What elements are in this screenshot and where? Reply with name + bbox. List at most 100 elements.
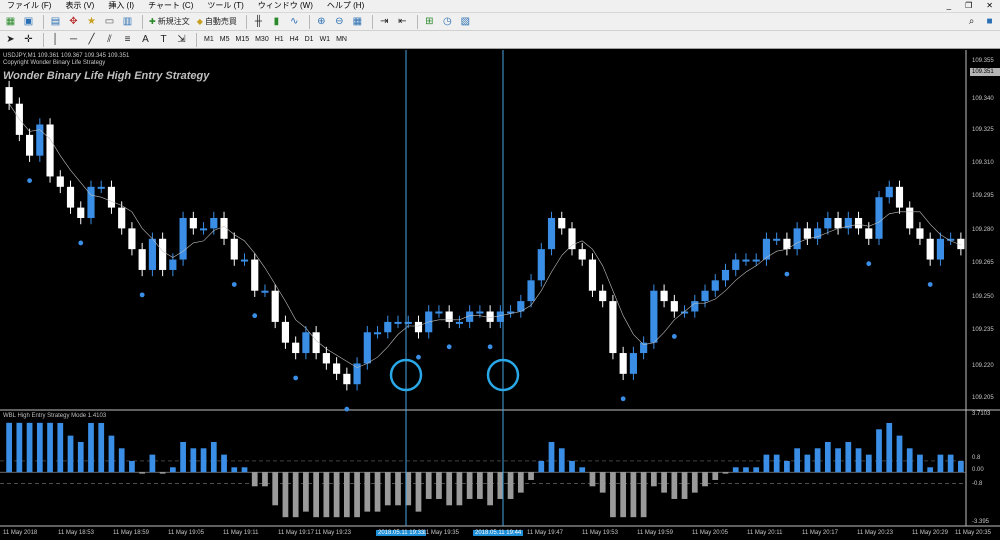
bullish-candle: [742, 259, 750, 262]
signal-dot: [446, 344, 452, 350]
data-window-icon[interactable]: ✥: [66, 14, 81, 29]
time-axis-label: 11 May 19:47: [527, 530, 563, 536]
price-axis-label: 109.325: [972, 127, 994, 133]
indicator-bar: [497, 472, 504, 499]
bullish-candle: [394, 321, 402, 324]
minimize-icon[interactable]: _: [940, 0, 958, 12]
price-axis-label: 109.265: [972, 260, 994, 266]
indicator-bar: [108, 435, 115, 473]
indicator-bar: [251, 472, 258, 487]
market-watch-icon[interactable]: ▤: [48, 14, 63, 29]
indicator-bar: [620, 472, 627, 518]
indicator-bar: [343, 472, 350, 518]
indicator-bar: [241, 467, 248, 473]
indicator-bar: [650, 472, 657, 487]
timeframe-m30[interactable]: M30: [252, 36, 272, 43]
search-icon[interactable]: ⌕: [964, 14, 979, 29]
fibonacci-icon[interactable]: ≡: [120, 32, 135, 47]
vertical-line-icon[interactable]: │: [48, 32, 63, 47]
bullish-candle: [701, 290, 709, 302]
toolbar-divider: [416, 14, 418, 29]
new-chart-icon[interactable]: ▦: [3, 14, 18, 29]
terminal-icon[interactable]: ▭: [102, 14, 117, 29]
bearish-candle: [56, 176, 64, 187]
auto-scroll-icon[interactable]: ⇤: [395, 14, 410, 29]
menu-window[interactable]: ウィンドウ (W): [251, 0, 320, 12]
trendline-icon[interactable]: ╱: [84, 32, 99, 47]
bearish-candle: [854, 217, 863, 229]
indicator-axis-label: -3.395: [972, 519, 990, 525]
price-axis-label: 109.220: [972, 363, 994, 369]
signal-dot: [927, 282, 933, 287]
timeframe-m1[interactable]: M1: [201, 36, 217, 43]
navigator-icon[interactable]: ★: [84, 14, 99, 29]
line-chart-icon[interactable]: ∿: [287, 14, 302, 29]
toolbar-divider: [308, 14, 310, 29]
indicator-bar: [313, 472, 320, 518]
profiles-icon[interactable]: ▣: [21, 14, 36, 29]
timeframe-m15[interactable]: M15: [232, 36, 252, 43]
bearish-candle: [230, 238, 238, 260]
templates-icon[interactable]: ▧: [458, 14, 473, 29]
menu-view[interactable]: 表示 (V): [58, 0, 101, 12]
menu-file[interactable]: ファイル (F): [0, 0, 58, 12]
periods-icon[interactable]: ◷: [440, 14, 455, 29]
label-tool-icon[interactable]: T: [156, 32, 171, 47]
horizontal-line-icon[interactable]: ─: [66, 32, 81, 47]
menu-chart[interactable]: チャート (C): [141, 0, 200, 12]
timeframe-m5[interactable]: M5: [217, 36, 233, 43]
indicators-icon[interactable]: ⊞: [422, 14, 437, 29]
new-order-button[interactable]: ✚ 新規注文: [147, 14, 192, 29]
bullish-candle: [36, 124, 44, 156]
indicator-bar: [814, 448, 821, 473]
menu-insert[interactable]: 挿入 (I): [101, 0, 141, 12]
indicator-bar: [865, 454, 872, 473]
timeframe-mn[interactable]: MN: [333, 36, 350, 43]
bearish-candle: [292, 342, 300, 354]
indicator-bar: [640, 472, 647, 518]
indicator-bar: [855, 448, 862, 473]
equidistant-channel-icon[interactable]: ⫽: [102, 32, 117, 47]
toolbar-divider: [371, 14, 373, 29]
timeframe-d1[interactable]: D1: [302, 36, 317, 43]
bearish-candle: [138, 249, 146, 270]
indicator-bar: [569, 460, 575, 473]
bullish-candle: [650, 290, 658, 343]
strategy-tester-icon[interactable]: ▥: [120, 14, 135, 29]
signal-icon[interactable]: ■: [982, 14, 997, 29]
menu-help[interactable]: ヘルプ (H): [320, 0, 371, 12]
indicator-bar: [804, 454, 811, 473]
text-tool-icon[interactable]: A: [138, 32, 153, 47]
price-chart[interactable]: [0, 50, 1000, 540]
cursor-icon[interactable]: ➤: [3, 32, 18, 47]
time-axis-label: 11 May 20:35: [955, 530, 991, 536]
menu-tools[interactable]: ツール (T): [200, 0, 250, 12]
zoom-in-icon[interactable]: ⊕: [314, 14, 329, 29]
close-icon[interactable]: ✕: [979, 0, 1000, 12]
auto-trading-button[interactable]: ◆ 自動売買: [195, 14, 239, 29]
tile-windows-icon[interactable]: ▦: [350, 14, 365, 29]
bearish-candle: [599, 290, 607, 302]
signal-dot: [866, 261, 872, 267]
bar-chart-icon[interactable]: ╫: [251, 14, 266, 29]
restore-icon[interactable]: ❐: [958, 0, 979, 12]
crosshair-icon[interactable]: ✛: [21, 32, 36, 47]
zoom-out-icon[interactable]: ⊖: [332, 14, 347, 29]
chart-shift-icon[interactable]: ⇥: [377, 14, 392, 29]
timeframe-h4[interactable]: H4: [287, 36, 302, 43]
crosshair-time-label: 2018.05.11 19:44: [473, 530, 524, 536]
bearish-candle: [895, 186, 904, 208]
arrows-icon[interactable]: ⇲: [174, 32, 189, 47]
chart-window[interactable]: USDJPY,M1 109.361 109.367 109.345 109.35…: [0, 50, 1000, 540]
time-axis-label: 11 May 19:35: [423, 530, 459, 536]
bullish-candle: [773, 238, 781, 241]
bearish-candle: [558, 217, 566, 229]
timeframe-w1[interactable]: W1: [317, 36, 334, 43]
bearish-candle: [77, 207, 85, 218]
timeframe-h1[interactable]: H1: [272, 36, 287, 43]
indicator-bar: [200, 448, 207, 473]
bullish-candle: [363, 332, 371, 364]
candlestick-icon[interactable]: ▮: [269, 14, 284, 29]
time-axis-label: 11 May 20:17: [802, 530, 838, 536]
bearish-candle: [803, 228, 811, 239]
